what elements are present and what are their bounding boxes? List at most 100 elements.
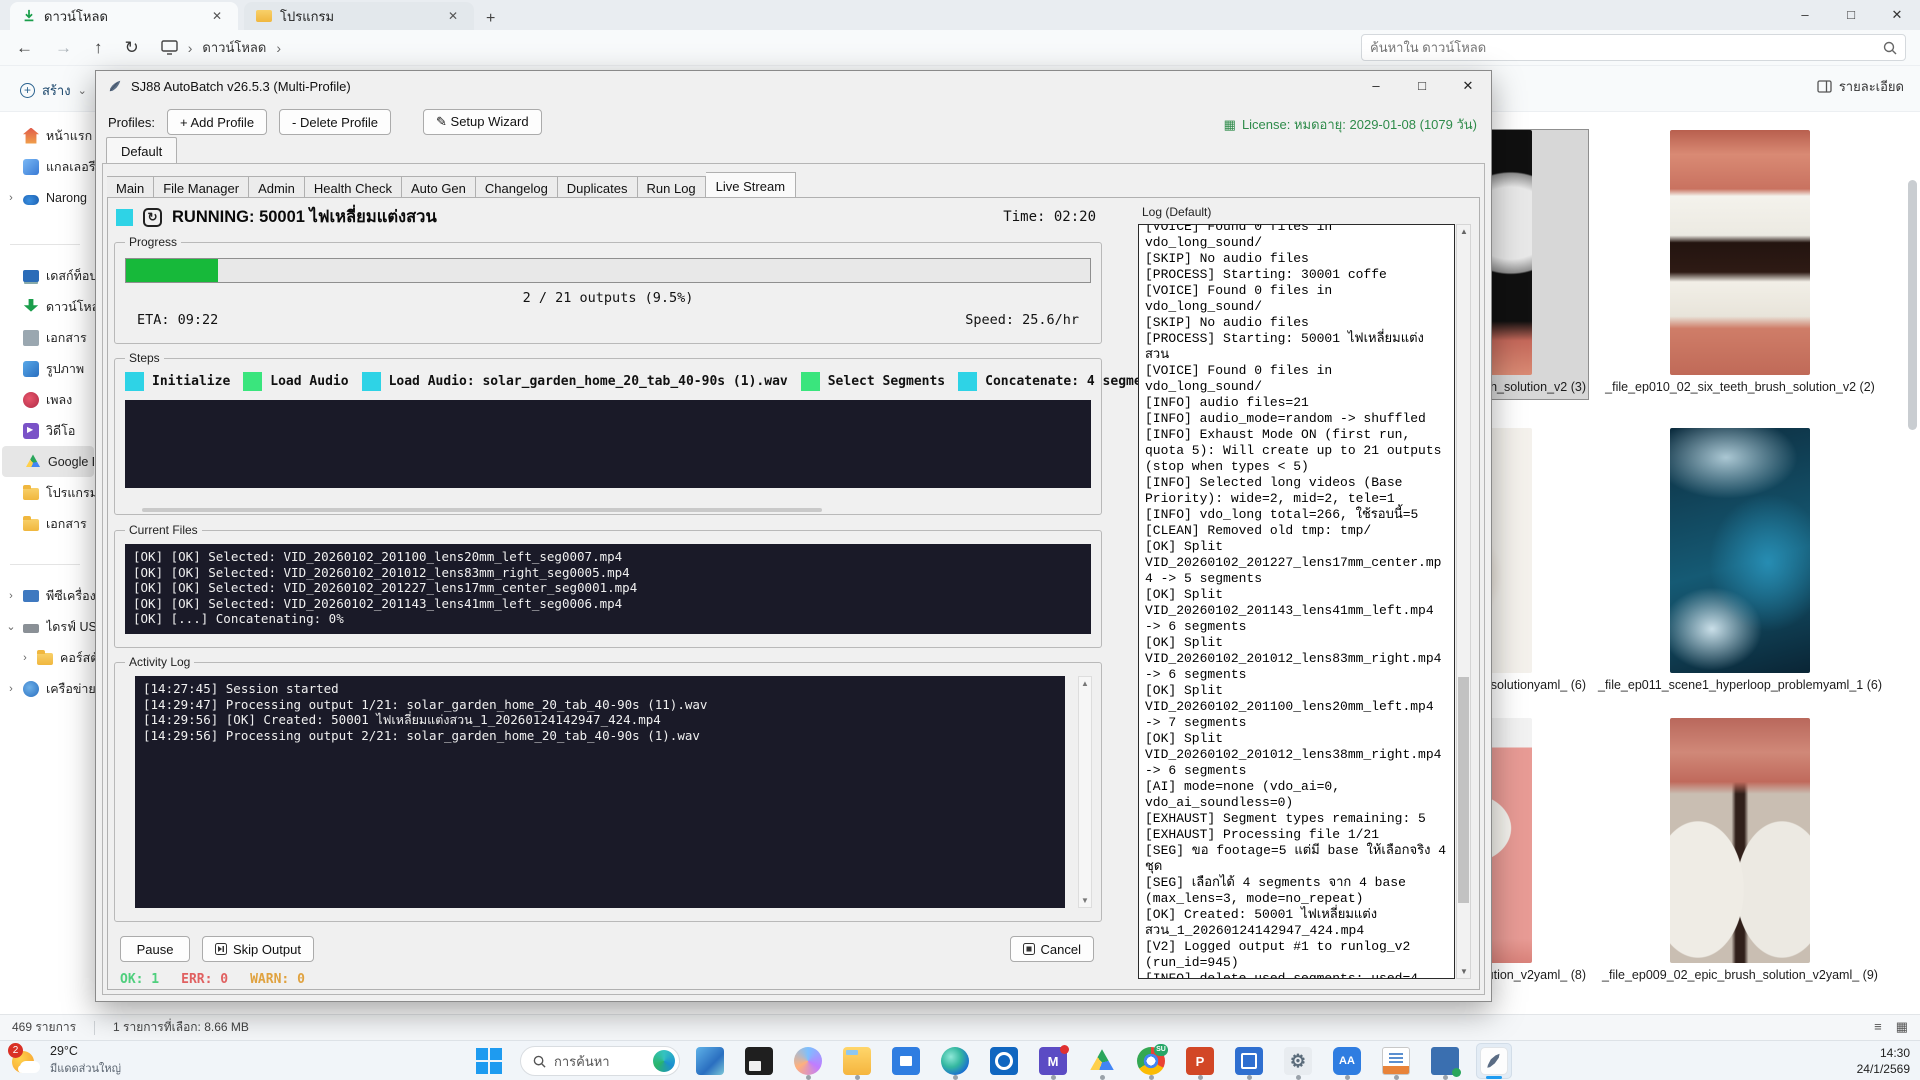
- log-text-area[interactable]: [VOICE] Found 0 files in vdo_long_sound/…: [1138, 224, 1455, 979]
- scroll-up-icon[interactable]: ▲: [1460, 227, 1468, 236]
- notes-list-icon[interactable]: [1378, 1043, 1414, 1080]
- photos-icon[interactable]: [741, 1043, 777, 1079]
- log-scrollbar[interactable]: ▲ ▼: [1456, 224, 1471, 979]
- cancel-button[interactable]: Cancel: [1009, 936, 1094, 962]
- log-line: [OK] Split VID_20260102_201012_lens38mm_…: [1145, 731, 1450, 778]
- details-pane-button[interactable]: รายละเอียด: [1817, 76, 1904, 97]
- breadcrumb-location[interactable]: ดาวน์โหลด: [202, 37, 266, 58]
- step-chips: Initialize Load Audio Load Audio: solar_…: [125, 372, 1165, 391]
- close-button[interactable]: ✕: [1445, 71, 1491, 101]
- sidebar-item[interactable]: วิดีโอ: [0, 415, 96, 446]
- search-icon[interactable]: [1883, 41, 1897, 55]
- new-button[interactable]: + สร้าง ⌄: [10, 74, 97, 107]
- dialog-title-bar[interactable]: SJ88 AutoBatch v26.5.3 (Multi-Profile) –…: [96, 71, 1491, 101]
- chrome-icon[interactable]: [1133, 1043, 1169, 1080]
- purple-app-icon[interactable]: M: [1035, 1043, 1071, 1080]
- maximize-button[interactable]: □: [1399, 71, 1445, 101]
- expand-chevron[interactable]: ›: [20, 652, 30, 664]
- profile-tab-default[interactable]: Default: [106, 137, 178, 164]
- minimize-button[interactable]: –: [1782, 0, 1828, 30]
- file-item[interactable]: _file_ep010_02_six_teeth_brush_solution_…: [1590, 130, 1890, 395]
- settings-gear-icon[interactable]: ⚙: [1280, 1043, 1316, 1080]
- thumbnail-view-icon[interactable]: ▦: [1896, 1019, 1908, 1035]
- forward-button[interactable]: →: [55, 38, 72, 58]
- sidebar-item[interactable]: Google Drive: [2, 446, 94, 477]
- sidebar-item[interactable]: ⌄ ไดรฟ์ US: [0, 611, 96, 642]
- close-tab-icon[interactable]: ✕: [206, 7, 228, 25]
- scroll-up-icon[interactable]: ▲: [1081, 679, 1089, 688]
- scroll-down-icon[interactable]: ▼: [1460, 967, 1468, 976]
- explorer-search-box[interactable]: [1361, 34, 1906, 61]
- expand-chevron[interactable]: ›: [6, 192, 16, 204]
- maximize-button[interactable]: □: [1828, 0, 1874, 30]
- expand-chevron[interactable]: ⌄: [6, 620, 16, 633]
- minimize-button[interactable]: –: [1353, 71, 1399, 101]
- delete-profile-button[interactable]: - Delete Profile: [279, 109, 392, 135]
- up-button[interactable]: ↑: [94, 38, 103, 58]
- sidebar-item[interactable]: โปรแกรม: [0, 477, 96, 508]
- list-view-icon[interactable]: ≡: [1874, 1019, 1882, 1035]
- google-drive-icon[interactable]: [1084, 1043, 1120, 1080]
- sidebar-item[interactable]: หน้าแรก: [0, 120, 96, 151]
- new-tab-button[interactable]: +: [474, 8, 507, 30]
- warning-counter: WARN: 0: [250, 972, 305, 987]
- add-profile-button[interactable]: + Add Profile: [166, 109, 268, 135]
- sidebar-item[interactable]: › คอร์สตั: [0, 642, 96, 673]
- log-line: [SEG] เลือกได้ 4 segments จาก 4 base (ma…: [1145, 875, 1414, 906]
- start-button[interactable]: [476, 1048, 502, 1074]
- close-button[interactable]: ✕: [1874, 0, 1920, 30]
- sidebar-item[interactable]: เอกสาร: [0, 508, 96, 539]
- breadcrumb[interactable]: › ดาวน์โหลด ›: [161, 37, 281, 58]
- scroll-down-icon[interactable]: ▼: [1081, 896, 1089, 905]
- calendar-icon: ▦: [1223, 116, 1236, 132]
- explorer-scrollbar[interactable]: [1908, 180, 1917, 430]
- outlook-icon[interactable]: [986, 1043, 1022, 1079]
- refresh-button[interactable]: ↻: [125, 38, 139, 58]
- horizontal-scrollbar[interactable]: [142, 508, 822, 512]
- sidebar-item[interactable]: แกลเลอรี: [0, 151, 96, 182]
- back-button[interactable]: ←: [16, 38, 33, 58]
- edge-icon[interactable]: [937, 1043, 973, 1080]
- explorer-tab-programs[interactable]: โปรแกรม ✕: [244, 2, 474, 30]
- close-tab-icon[interactable]: ✕: [442, 7, 464, 25]
- sidebar-item[interactable]: เดสก์ท็อป: [0, 260, 96, 291]
- breadcrumb-chevron: ›: [187, 39, 193, 56]
- task-view-icon[interactable]: [692, 1043, 728, 1079]
- taskbar-clock[interactable]: 14:30 24/1/2569: [1857, 1045, 1910, 1077]
- running-indicator: [1296, 1075, 1301, 1080]
- microsoft-store-icon[interactable]: [888, 1043, 924, 1079]
- file-explorer-icon[interactable]: [839, 1043, 875, 1080]
- aa-app-icon[interactable]: AA: [1329, 1043, 1365, 1080]
- live-stream-pane: ↻ RUNNING: 50001 ไฟเหลี่ยมแต่งสวน Time: …: [107, 197, 1480, 990]
- taskbar-search[interactable]: การค้นหา: [520, 1046, 680, 1076]
- weather-widget[interactable]: 2 29°C มีแดดส่วนใหญ่: [8, 1042, 121, 1077]
- sidebar-item[interactable]: › Narong: [0, 182, 96, 213]
- remote-pc-icon[interactable]: [1427, 1043, 1463, 1080]
- pause-button[interactable]: Pause: [120, 936, 190, 962]
- sidebar-item[interactable]: รูปภาพ: [0, 353, 96, 384]
- search-input[interactable]: [1370, 40, 1883, 55]
- sidebar-item[interactable]: › เครือข่าย: [0, 673, 96, 704]
- file-item[interactable]: _file_ep009_02_epic_brush_solution_v2yam…: [1590, 718, 1890, 983]
- expand-chevron[interactable]: ›: [6, 590, 16, 602]
- sidebar-item[interactable]: › พีซีเครื่องนี้: [0, 580, 96, 611]
- expand-chevron[interactable]: ›: [6, 683, 16, 695]
- sidebar-item-label: คอร์สตั: [60, 650, 96, 665]
- explorer-tab-downloads[interactable]: ดาวน์โหลด ✕: [10, 2, 238, 30]
- notification-badge: 2: [8, 1042, 23, 1058]
- activity-log-scrollbar[interactable]: ▲ ▼: [1078, 676, 1092, 908]
- log-line: [OK] Split VID_20260102_201143_lens41mm_…: [1145, 587, 1442, 634]
- file-item[interactable]: _file_ep011_scene1_hyperloop_problemyaml…: [1590, 428, 1890, 693]
- sidebar-item[interactable]: ดาวน์โหลด: [0, 291, 96, 322]
- copilot-icon[interactable]: [790, 1043, 826, 1080]
- python-app-icon[interactable]: [1476, 1043, 1512, 1079]
- running-indicator: [1198, 1075, 1203, 1080]
- powerpoint-icon[interactable]: P: [1182, 1043, 1218, 1080]
- sidebar-separator: [10, 244, 80, 245]
- scrollbar-thumb[interactable]: [1458, 676, 1469, 903]
- sidebar-item[interactable]: เอกสาร: [0, 322, 96, 353]
- sidebar-item[interactable]: เพลง: [0, 384, 96, 415]
- blue-app-icon[interactable]: [1231, 1043, 1267, 1080]
- setup-wizard-button[interactable]: ✎ Setup Wizard: [423, 109, 542, 135]
- skip-output-button[interactable]: Skip Output: [202, 936, 314, 962]
